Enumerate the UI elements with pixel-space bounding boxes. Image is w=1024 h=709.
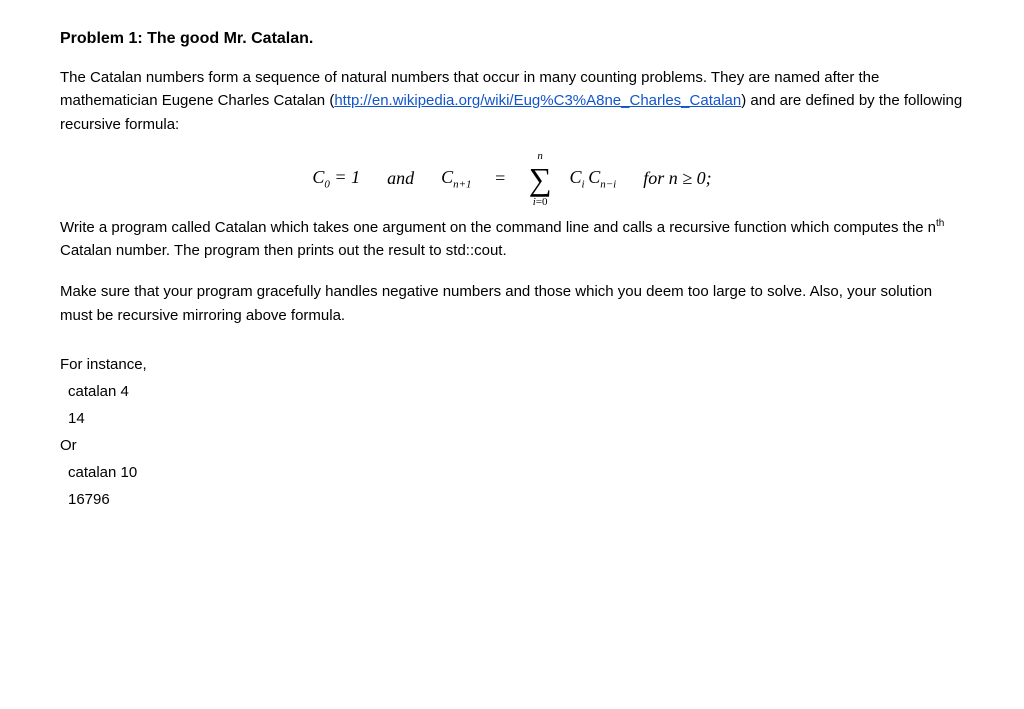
- example2-command: catalan 10: [60, 459, 964, 486]
- for-instance-label: For instance,: [60, 351, 964, 378]
- sigma-bottom: i=0: [533, 196, 548, 208]
- formula-block: C0 = 1 and Cn+1 = n ∑ i=0 Ci Cn−i for n …: [60, 150, 964, 208]
- description-paragraph: Write a program called Catalan which tak…: [60, 216, 964, 263]
- sigma-container: n ∑ i=0: [529, 150, 552, 208]
- description-text-1: Write a program called Catalan which tak…: [60, 219, 936, 236]
- sigma-top: n: [537, 150, 543, 162]
- make-sure-paragraph: Make sure that your program gracefully h…: [60, 280, 964, 327]
- example2-result: 16796: [60, 486, 964, 513]
- superscript-th: th: [936, 218, 944, 229]
- example1-result: 14: [60, 405, 964, 432]
- formula-product: Ci Cn−i: [570, 167, 617, 191]
- example1-command: catalan 4: [60, 378, 964, 405]
- intro-paragraph: The Catalan numbers form a sequence of n…: [60, 66, 964, 136]
- formula-c0: C0 = 1: [312, 167, 360, 191]
- formula-equals: =: [490, 168, 511, 189]
- or-label: Or: [60, 432, 964, 459]
- formula-inline: C0 = 1 and Cn+1 = n ∑ i=0 Ci Cn−i for n …: [312, 150, 711, 208]
- wikipedia-link[interactable]: http://en.wikipedia.org/wiki/Eug%C3%A8ne…: [334, 92, 741, 109]
- description-text-2: Catalan number. The program then prints …: [60, 242, 507, 259]
- formula-and: and: [378, 168, 423, 189]
- formula-cn1: Cn+1: [441, 167, 471, 191]
- formula-condition: for n ≥ 0;: [634, 168, 711, 189]
- sigma-symbol: ∑: [529, 163, 552, 195]
- problem-title: Problem 1: The good Mr. Catalan.: [60, 30, 964, 48]
- for-instance-section: For instance, catalan 4 14 Or catalan 10…: [60, 351, 964, 513]
